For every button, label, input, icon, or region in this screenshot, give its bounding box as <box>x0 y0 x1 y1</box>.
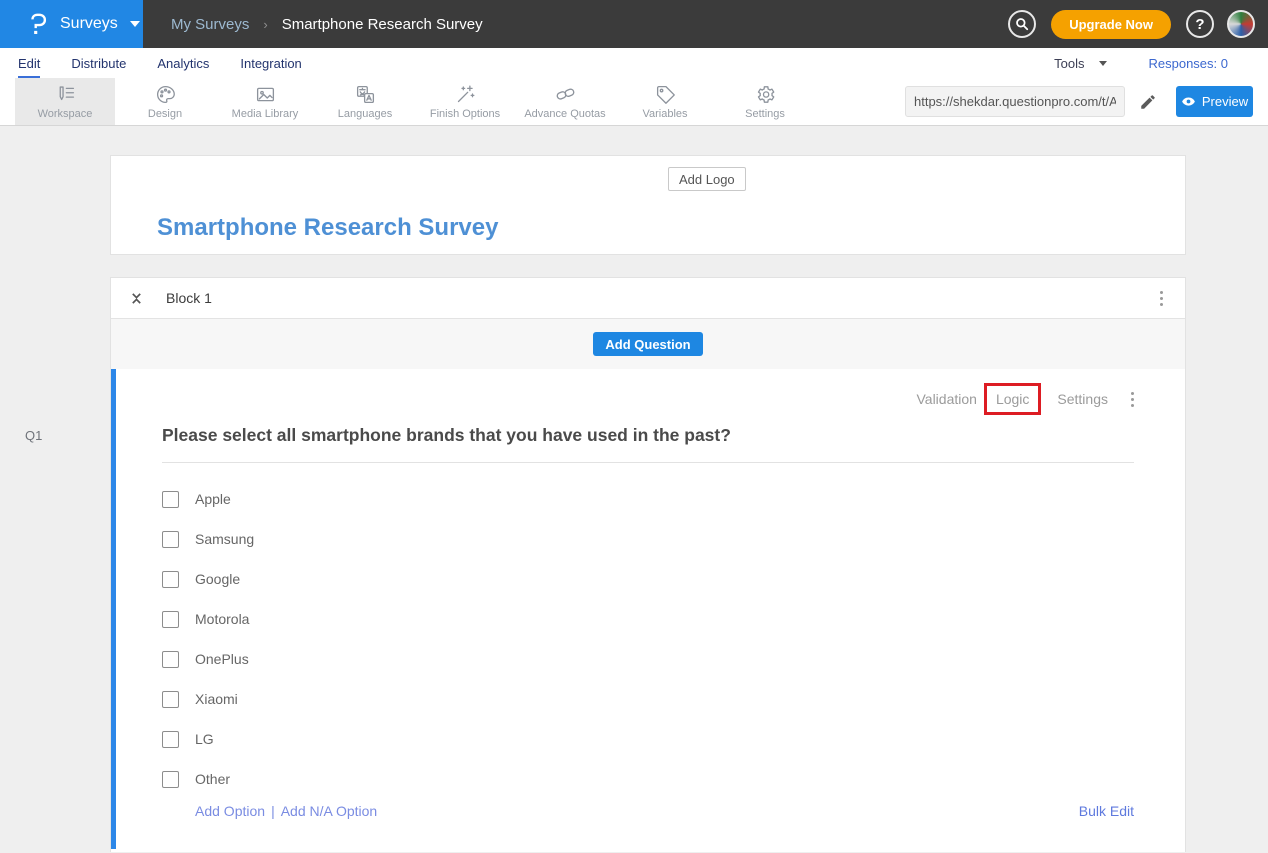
option-row-oneplus: OnePlus <box>162 639 1185 679</box>
brand-menu[interactable]: Surveys <box>0 0 143 48</box>
checkbox[interactable] <box>162 491 179 508</box>
tab-edit[interactable]: Edit <box>18 48 40 78</box>
product-name: Surveys <box>60 15 118 33</box>
checkbox[interactable] <box>162 651 179 668</box>
workspace-icon <box>55 84 76 105</box>
bulk-edit-link[interactable]: Bulk Edit <box>1079 803 1134 819</box>
question-card: Validation Logic Settings Please select … <box>111 369 1185 849</box>
chevron-down-icon <box>130 21 140 27</box>
toolbar-item-advance-quotas[interactable]: Advance Quotas <box>515 78 615 125</box>
toolbar-item-languages[interactable]: Languages <box>315 78 415 125</box>
block-menu-kebab-icon[interactable] <box>1160 291 1163 306</box>
question-footer: Add Option | Add N/A Option Bulk Edit <box>195 803 1134 839</box>
question-tab-settings[interactable]: Settings <box>1053 386 1112 412</box>
advance-quotas-links-icon <box>555 84 576 105</box>
search-icon <box>1015 17 1029 31</box>
tools-dropdown[interactable]: Tools <box>1054 48 1106 78</box>
option-row-other: Other <box>162 759 1185 799</box>
checkbox[interactable] <box>162 571 179 588</box>
tab-integration[interactable]: Integration <box>240 48 301 78</box>
settings-gear-icon <box>755 84 776 105</box>
block-title[interactable]: Block 1 <box>166 290 212 306</box>
survey-editor-canvas: Add Logo Smartphone Research Survey Q1 B… <box>0 126 1268 852</box>
preview-button[interactable]: Preview <box>1176 86 1253 117</box>
edit-toolbar: Workspace Design Media Library Languages… <box>0 78 1268 126</box>
survey-title[interactable]: Smartphone Research Survey <box>157 214 498 242</box>
variables-tag-icon <box>655 84 676 105</box>
responses-link[interactable]: Responses: 0 <box>1149 48 1229 78</box>
block-card: Block 1 Add Question Validation Logic Se… <box>110 277 1186 852</box>
question-tab-validation[interactable]: Validation <box>912 386 980 412</box>
breadcrumb-my-surveys[interactable]: My Surveys <box>171 16 249 33</box>
option-row-apple: Apple <box>162 479 1185 519</box>
media-library-icon <box>255 84 276 105</box>
eye-icon <box>1181 94 1196 109</box>
chevron-down-icon <box>1099 61 1107 66</box>
breadcrumb-current-survey: Smartphone Research Survey <box>282 16 483 33</box>
tab-analytics[interactable]: Analytics <box>157 48 209 78</box>
edit-url-pencil-icon[interactable] <box>1139 93 1157 111</box>
design-palette-icon <box>155 84 176 105</box>
option-row-google: Google <box>162 559 1185 599</box>
question-menu-kebab-icon[interactable] <box>1131 392 1134 407</box>
checkbox[interactable] <box>162 611 179 628</box>
option-row-samsung: Samsung <box>162 519 1185 559</box>
finish-options-wand-icon <box>455 84 476 105</box>
add-na-option-link[interactable]: Add N/A Option <box>281 803 378 819</box>
toolbar-item-workspace[interactable]: Workspace <box>15 78 115 125</box>
question-code: Q1 <box>25 428 42 443</box>
toolbar-item-media-library[interactable]: Media Library <box>215 78 315 125</box>
checkbox[interactable] <box>162 771 179 788</box>
topbar-actions: Upgrade Now ? <box>1008 0 1268 48</box>
option-row-lg: LG <box>162 719 1185 759</box>
question-tab-logic-highlighted[interactable]: Logic <box>984 383 1041 415</box>
option-row-xiaomi: Xiaomi <box>162 679 1185 719</box>
survey-title-card: Add Logo Smartphone Research Survey <box>110 155 1186 255</box>
toolbar-item-design[interactable]: Design <box>115 78 215 125</box>
user-avatar[interactable] <box>1227 10 1255 38</box>
link-separator: | <box>271 803 275 819</box>
add-option-link[interactable]: Add Option <box>195 803 265 819</box>
top-bar: Surveys My Surveys › Smartphone Research… <box>0 0 1268 48</box>
add-logo-button[interactable]: Add Logo <box>668 167 746 191</box>
add-question-strip: Add Question <box>111 319 1185 369</box>
question-tabs: Validation Logic Settings <box>116 369 1185 415</box>
tab-distribute[interactable]: Distribute <box>71 48 126 78</box>
upgrade-now-button[interactable]: Upgrade Now <box>1051 10 1171 39</box>
survey-url-input[interactable] <box>905 86 1125 117</box>
breadcrumb-separator: › <box>263 17 267 32</box>
survey-nav: Edit Distribute Analytics Integration To… <box>0 48 1268 78</box>
block-header: Block 1 <box>111 278 1185 319</box>
questionpro-logo-icon <box>27 11 49 37</box>
checkbox[interactable] <box>162 691 179 708</box>
search-button[interactable] <box>1008 10 1036 38</box>
tools-label: Tools <box>1054 56 1084 71</box>
toolbar-item-settings[interactable]: Settings <box>715 78 815 125</box>
add-question-button[interactable]: Add Question <box>593 332 702 356</box>
question-text[interactable]: Please select all smartphone brands that… <box>162 425 1134 463</box>
answer-options: Apple Samsung Google Motorola OnePlus <box>162 479 1185 799</box>
toolbar-item-variables[interactable]: Variables <box>615 78 715 125</box>
toolbar-item-finish-options[interactable]: Finish Options <box>415 78 515 125</box>
help-button[interactable]: ? <box>1186 10 1214 38</box>
languages-icon <box>355 84 376 105</box>
checkbox[interactable] <box>162 731 179 748</box>
collapse-block-icon[interactable] <box>130 292 143 305</box>
checkbox[interactable] <box>162 531 179 548</box>
breadcrumb: My Surveys › Smartphone Research Survey <box>171 0 483 48</box>
option-row-motorola: Motorola <box>162 599 1185 639</box>
